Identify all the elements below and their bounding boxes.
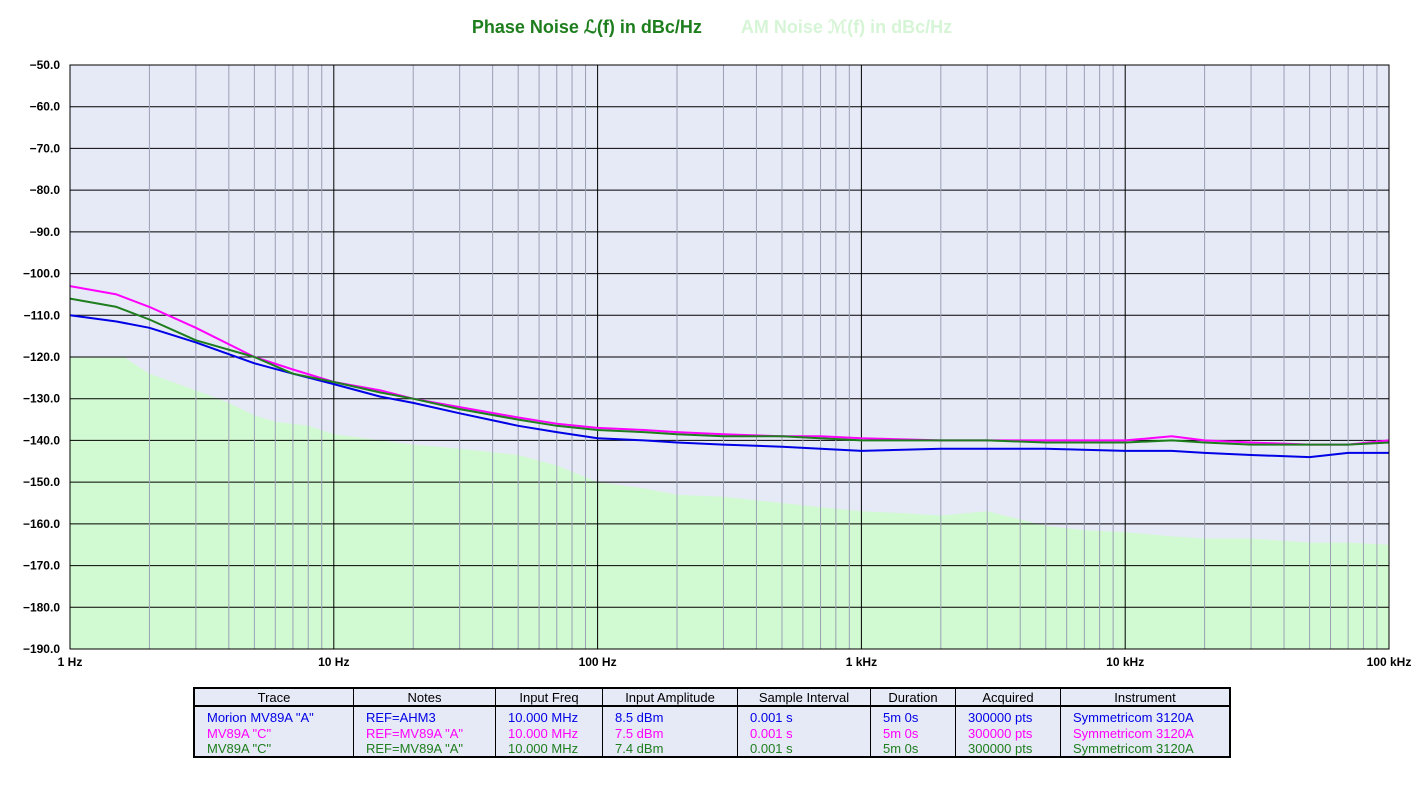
table-cell: 0.001 s (737, 725, 871, 741)
x-tick-label: 10 Hz (318, 655, 349, 669)
x-tick-label: 10 kHz (1106, 655, 1144, 669)
table-cell: 10.000 MHz (495, 740, 603, 756)
y-tick-label: −130.0 (23, 392, 60, 406)
table-cell: Symmetricom 3120A (1073, 710, 1194, 726)
x-tick-label: 1 kHz (846, 655, 877, 669)
table-cell: 7.4 dBm (602, 740, 738, 756)
x-tick-label: 100 kHz (1367, 655, 1412, 669)
y-tick-label: −110.0 (24, 308, 61, 322)
y-tick-label: −160.0 (23, 517, 60, 531)
y-tick-label: −90.0 (30, 225, 61, 239)
table-cell: 300000 pts (955, 725, 1061, 741)
table-row: MV89A "C" REF=MV89A "A" 10.000 MHz 7.4 d… (195, 740, 1229, 756)
table-cell: 10.000 MHz (495, 725, 603, 741)
table-cell: 0.001 s (737, 706, 871, 726)
table-header-row: Trace Notes Input Freq Input Amplitude S… (195, 689, 1229, 707)
table-cell: REF=MV89A "A" (353, 725, 496, 741)
table-header-notes: Notes (353, 689, 496, 707)
x-tick-label: 1 Hz (58, 655, 83, 669)
table-row: MV89A "C" REF=MV89A "A" 10.000 MHz 7.5 d… (195, 725, 1229, 741)
y-tick-label: −120.0 (23, 350, 60, 364)
trace-info-table: Trace Notes Input Freq Input Amplitude S… (193, 687, 1231, 758)
table-cell: Symmetricom 3120A (1073, 725, 1194, 741)
table-header-duration: Duration (870, 689, 956, 707)
table-row: Morion MV89A "A" REF=AHM3 10.000 MHz 8.5… (195, 706, 1229, 726)
y-tick-label: −100.0 (23, 267, 60, 281)
table-header-sample-interval: Sample Interval (737, 689, 871, 707)
table-header-acquired: Acquired (955, 689, 1061, 707)
table-header-trace: Trace (195, 689, 354, 707)
table-cell: Morion MV89A "A" (195, 706, 354, 726)
y-tick-label: −50.0 (30, 58, 61, 72)
table-cell: 5m 0s (870, 706, 956, 726)
table-cell: REF=MV89A "A" (353, 740, 496, 756)
table-cell: 8.5 dBm (602, 706, 738, 726)
table-cell: 5m 0s (870, 740, 956, 756)
y-tick-label: −60.0 (30, 100, 61, 114)
phase-noise-chart: −50.0 −60.0 −70.0 −80.0 −90.0 −100.0 −110.0 −12… (23, 58, 1412, 669)
table-cell: 300000 pts (955, 706, 1061, 726)
table-cell: 0.001 s (737, 740, 871, 756)
y-tick-label: −140.0 (23, 433, 60, 447)
y-tick-label: −80.0 (30, 183, 61, 197)
x-axis-ticks: 1 Hz 10 Hz 100 Hz 1 kHz 10 kHz 100 kHz (58, 655, 1412, 669)
table-header-instrument: Instrument (1060, 689, 1229, 707)
table-cell: 7.5 dBm (602, 725, 738, 741)
table-cell: 5m 0s (870, 725, 956, 741)
table-cell: 300000 pts (955, 740, 1061, 756)
table-cell: 10.000 MHz (495, 706, 603, 726)
y-tick-label: −70.0 (30, 141, 61, 155)
table-cell: Symmetricom 3120A (1073, 740, 1194, 756)
table-cell: MV89A "C" (195, 725, 354, 741)
y-tick-label: −190.0 (23, 642, 60, 656)
y-axis-ticks: −50.0 −60.0 −70.0 −80.0 −90.0 −100.0 −110.0 −12… (23, 58, 60, 656)
table-header-input-freq: Input Freq (495, 689, 603, 707)
x-tick-label: 100 Hz (579, 655, 617, 669)
table-cell: REF=AHM3 (353, 706, 496, 726)
table-cell: MV89A "C" (195, 740, 354, 756)
y-tick-label: −170.0 (23, 559, 60, 573)
table-header-input-amplitude: Input Amplitude (602, 689, 738, 707)
y-tick-label: −180.0 (23, 600, 60, 614)
y-tick-label: −150.0 (23, 475, 60, 489)
